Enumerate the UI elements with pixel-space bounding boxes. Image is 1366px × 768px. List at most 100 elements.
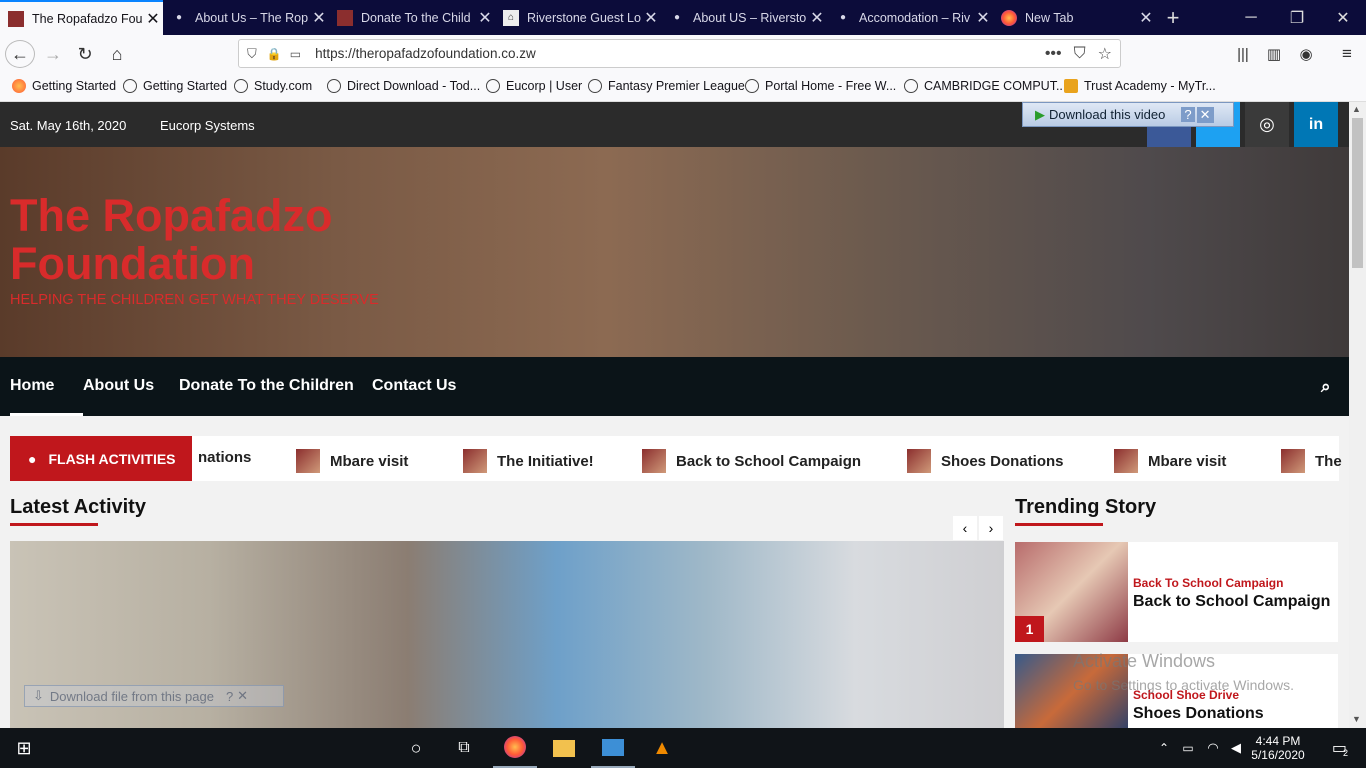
download-video-bar[interactable]: ▶ Download this video ? ✕ bbox=[1022, 102, 1234, 127]
wifi-icon[interactable]: ◠ bbox=[1203, 728, 1223, 768]
active-nav-indicator bbox=[10, 413, 83, 416]
thumbnail bbox=[296, 449, 320, 473]
flash-item[interactable]: nations bbox=[198, 449, 251, 466]
search-circle-icon[interactable]: ○ bbox=[396, 728, 436, 768]
company-link[interactable]: Eucorp Systems bbox=[160, 118, 255, 133]
clock[interactable]: 4:44 PM 5/16/2020 bbox=[1248, 728, 1308, 768]
tab-strip: The Ropafadzo Fou ✕ ● About Us – The Rop… bbox=[0, 0, 1366, 35]
bookmark-item[interactable]: Getting Started bbox=[12, 79, 116, 93]
flash-item[interactable]: The bbox=[1281, 449, 1342, 473]
close-tab-icon[interactable]: ✕ bbox=[973, 8, 993, 28]
globe-icon bbox=[486, 79, 500, 93]
download-video-label[interactable]: Download this video bbox=[1049, 107, 1165, 122]
bookmark-label: Getting Started bbox=[143, 79, 228, 93]
prev-arrow-icon[interactable]: ‹ bbox=[953, 516, 977, 540]
new-tab-button[interactable]: + bbox=[1156, 0, 1190, 35]
bookmark-item[interactable]: Direct Download - Tod... bbox=[327, 79, 480, 93]
close-tab-icon[interactable]: ✕ bbox=[143, 9, 163, 29]
chevron-up-icon[interactable]: ⌃ bbox=[1155, 728, 1173, 768]
next-arrow-icon[interactable]: › bbox=[979, 516, 1003, 540]
help-icon[interactable]: ? bbox=[1181, 107, 1195, 122]
close-icon[interactable]: ✕ bbox=[237, 688, 248, 704]
nav-contact-us[interactable]: Contact Us bbox=[372, 377, 456, 395]
tab-about-riverstone[interactable]: ● About US – Riversto ✕ bbox=[661, 0, 827, 35]
shield-icon[interactable]: ⛉ bbox=[247, 46, 257, 62]
close-window-button[interactable]: ✕ bbox=[1320, 0, 1366, 35]
bookmark-star-icon[interactable]: ☆ bbox=[1098, 44, 1112, 64]
tab-riverstone[interactable]: ⌂ Riverstone Guest Lo ✕ bbox=[495, 0, 661, 35]
restore-button[interactable]: ❐ bbox=[1274, 0, 1320, 35]
permissions-icon[interactable]: ▭ bbox=[290, 47, 301, 61]
site-title[interactable]: The Ropafadzo Foundation bbox=[10, 192, 333, 288]
flash-item[interactable]: Mbare visit bbox=[296, 449, 408, 473]
pocket-icon[interactable]: ⛉ bbox=[1074, 45, 1086, 63]
flash-item[interactable]: Shoes Donations bbox=[907, 449, 1064, 473]
search-icon[interactable]: ⌕ bbox=[1321, 377, 1331, 397]
tab-new-tab[interactable]: New Tab ✕ bbox=[993, 0, 1156, 35]
vertical-scrollbar[interactable]: ▲ ▼ bbox=[1349, 102, 1366, 728]
page-actions-icon[interactable]: ••• bbox=[1045, 45, 1062, 63]
forward-button[interactable]: → bbox=[38, 40, 68, 68]
close-tab-icon[interactable]: ✕ bbox=[641, 8, 661, 28]
tab-accomodation[interactable]: ● Accomodation – Riv ✕ bbox=[827, 0, 993, 35]
flash-item[interactable]: The Initiative! bbox=[463, 449, 594, 473]
trending-category[interactable]: Back To School Campaign bbox=[1133, 576, 1283, 590]
download-file-bar[interactable]: ⇩ Download file from this page ? ✕ bbox=[24, 685, 284, 707]
bookmark-item[interactable]: Eucorp | User bbox=[486, 79, 582, 93]
site-title-line: The Ropafadzo bbox=[10, 190, 333, 241]
bookmark-item[interactable]: Portal Home - Free W... bbox=[745, 79, 896, 93]
help-icon[interactable]: ? bbox=[226, 689, 233, 704]
tab-title: Donate To the Child bbox=[361, 10, 471, 25]
instagram-icon[interactable]: ◎ bbox=[1245, 102, 1289, 147]
minimize-button[interactable]: ─ bbox=[1228, 0, 1274, 35]
scroll-thumb[interactable] bbox=[1352, 118, 1363, 268]
globe-icon bbox=[745, 79, 759, 93]
file-explorer-icon[interactable] bbox=[542, 728, 586, 768]
flash-item[interactable]: Mbare visit bbox=[1114, 449, 1226, 473]
menu-icon[interactable]: ≡ bbox=[1332, 40, 1362, 68]
trending-card[interactable]: 1 Back To School Campaign Back to School… bbox=[1015, 542, 1338, 642]
nav-home[interactable]: Home bbox=[10, 377, 54, 395]
scroll-up-icon[interactable]: ▲ bbox=[1352, 104, 1361, 114]
tab-donate[interactable]: Donate To the Child ✕ bbox=[329, 0, 495, 35]
bookmark-item[interactable]: Getting Started bbox=[123, 79, 227, 93]
notification-icon[interactable]: ▭ 2 bbox=[1320, 728, 1360, 768]
close-icon[interactable]: ✕ bbox=[1196, 106, 1214, 123]
close-tab-icon[interactable]: ✕ bbox=[807, 8, 827, 28]
latest-activity-image[interactable]: ⇩ Download file from this page ? ✕ bbox=[10, 541, 1004, 728]
volume-icon[interactable]: ◀ bbox=[1226, 728, 1246, 768]
battery-icon[interactable]: ▭ bbox=[1178, 728, 1198, 768]
task-view-icon[interactable]: ⧉ bbox=[444, 728, 484, 768]
reload-button[interactable]: ↻ bbox=[70, 40, 100, 68]
app-window-icon[interactable] bbox=[591, 728, 635, 768]
linkedin-icon[interactable]: in bbox=[1294, 102, 1338, 147]
bookmark-item[interactable]: Study.com bbox=[234, 79, 312, 93]
tab-ropafadzo[interactable]: The Ropafadzo Fou ✕ bbox=[0, 0, 163, 35]
close-tab-icon[interactable]: ✕ bbox=[309, 8, 329, 28]
sidebar-icon[interactable]: ▥ bbox=[1259, 40, 1289, 68]
nav-about-us[interactable]: About Us bbox=[83, 377, 154, 395]
nav-donate[interactable]: Donate To the Children bbox=[179, 377, 354, 395]
url-text[interactable]: https://theropafadzofoundation.co.zw bbox=[315, 46, 1045, 61]
trending-title[interactable]: Shoes Donations bbox=[1133, 705, 1264, 723]
close-tab-icon[interactable]: ✕ bbox=[1136, 8, 1156, 28]
bookmark-item[interactable]: Fantasy Premier League bbox=[588, 79, 745, 93]
download-file-label[interactable]: Download file from this page bbox=[50, 689, 214, 704]
home-button[interactable]: ⌂ bbox=[102, 40, 132, 68]
firefox-taskbar-icon[interactable] bbox=[493, 728, 537, 768]
library-icon[interactable]: ||| bbox=[1228, 40, 1258, 68]
windows-start-icon[interactable]: ⊞ bbox=[0, 728, 48, 768]
tab-title: Accomodation – Riv bbox=[859, 10, 971, 25]
trending-title[interactable]: Back to School Campaign bbox=[1133, 593, 1330, 611]
account-icon[interactable]: ◉ bbox=[1291, 40, 1321, 68]
address-bar[interactable]: ⛉ 🔒 ▭ https://theropafadzofoundation.co.… bbox=[238, 39, 1121, 68]
bookmark-item[interactable]: CAMBRIDGE COMPUT... bbox=[904, 79, 1066, 93]
bookmark-item[interactable]: Trust Academy - MyTr... bbox=[1064, 79, 1216, 93]
flash-item[interactable]: Back to School Campaign bbox=[642, 449, 861, 473]
tab-about-us[interactable]: ● About Us – The Rop ✕ bbox=[163, 0, 329, 35]
close-tab-icon[interactable]: ✕ bbox=[475, 8, 495, 28]
lock-icon[interactable]: 🔒 bbox=[267, 47, 282, 61]
vlc-icon[interactable]: ▲ bbox=[640, 728, 684, 768]
scroll-down-icon[interactable]: ▼ bbox=[1352, 714, 1361, 724]
back-button[interactable]: ← bbox=[5, 40, 35, 68]
